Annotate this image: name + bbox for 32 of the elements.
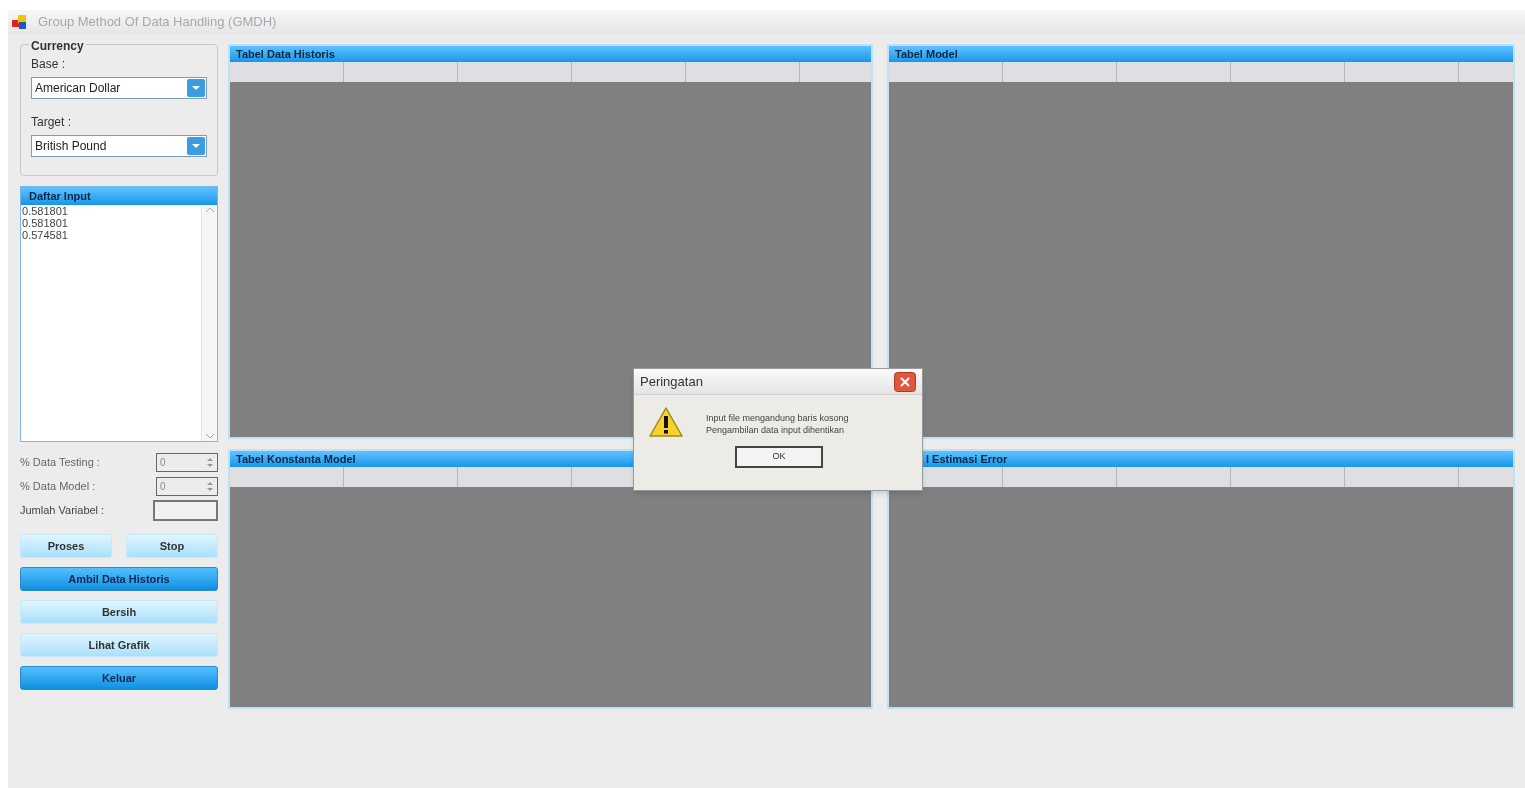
dialog-message: Input file mengandung baris kosong xyxy=(706,412,849,424)
field-label: % Data Testing : xyxy=(20,455,100,471)
panel-title: Tabel Konstanta Model xyxy=(235,451,356,467)
action-button[interactable]: Lihat Grafik xyxy=(20,633,218,657)
action-button[interactable]: Keluar xyxy=(20,666,218,690)
scroll-up-icon[interactable] xyxy=(204,207,215,213)
scrollbar[interactable] xyxy=(201,205,217,441)
field-label: Base : xyxy=(31,56,67,73)
input-field[interactable] xyxy=(153,500,218,521)
currency-dropdown[interactable]: British Pound xyxy=(31,135,207,157)
field-label: % Data Model : xyxy=(20,479,96,495)
list-item[interactable]: 0.581801 xyxy=(21,217,201,229)
panel-title: l Estimasi Error xyxy=(925,451,1008,467)
warning-icon xyxy=(648,406,684,438)
list-item[interactable]: 0.581801 xyxy=(21,205,201,217)
panel-title: Daftar Input xyxy=(21,187,217,205)
field-label: Jumlah Variabel : xyxy=(20,503,105,519)
scroll-down-icon[interactable] xyxy=(204,433,215,439)
close-icon[interactable] xyxy=(894,371,916,392)
list-item[interactable]: 0.574581 xyxy=(21,229,201,241)
panel-title: Tabel Data Historis xyxy=(235,46,335,62)
dialog-message: Pengambilan data input dihentikan xyxy=(706,424,846,436)
panel-title: Tabel Model xyxy=(894,46,958,62)
action-button[interactable]: Stop xyxy=(126,534,218,558)
dialog-title: Peringatan xyxy=(640,372,703,391)
field-label: Target : xyxy=(31,114,73,131)
action-button[interactable]: Proses xyxy=(20,534,112,558)
currency-dropdown[interactable]: American Dollar xyxy=(31,77,207,99)
action-button[interactable]: Ambil Data Historis xyxy=(20,567,218,591)
action-button[interactable]: Bersih xyxy=(20,600,218,624)
ok-button[interactable]: OK xyxy=(735,446,823,468)
window-title: Group Method Of Data Handling (GMDH) xyxy=(38,13,277,32)
